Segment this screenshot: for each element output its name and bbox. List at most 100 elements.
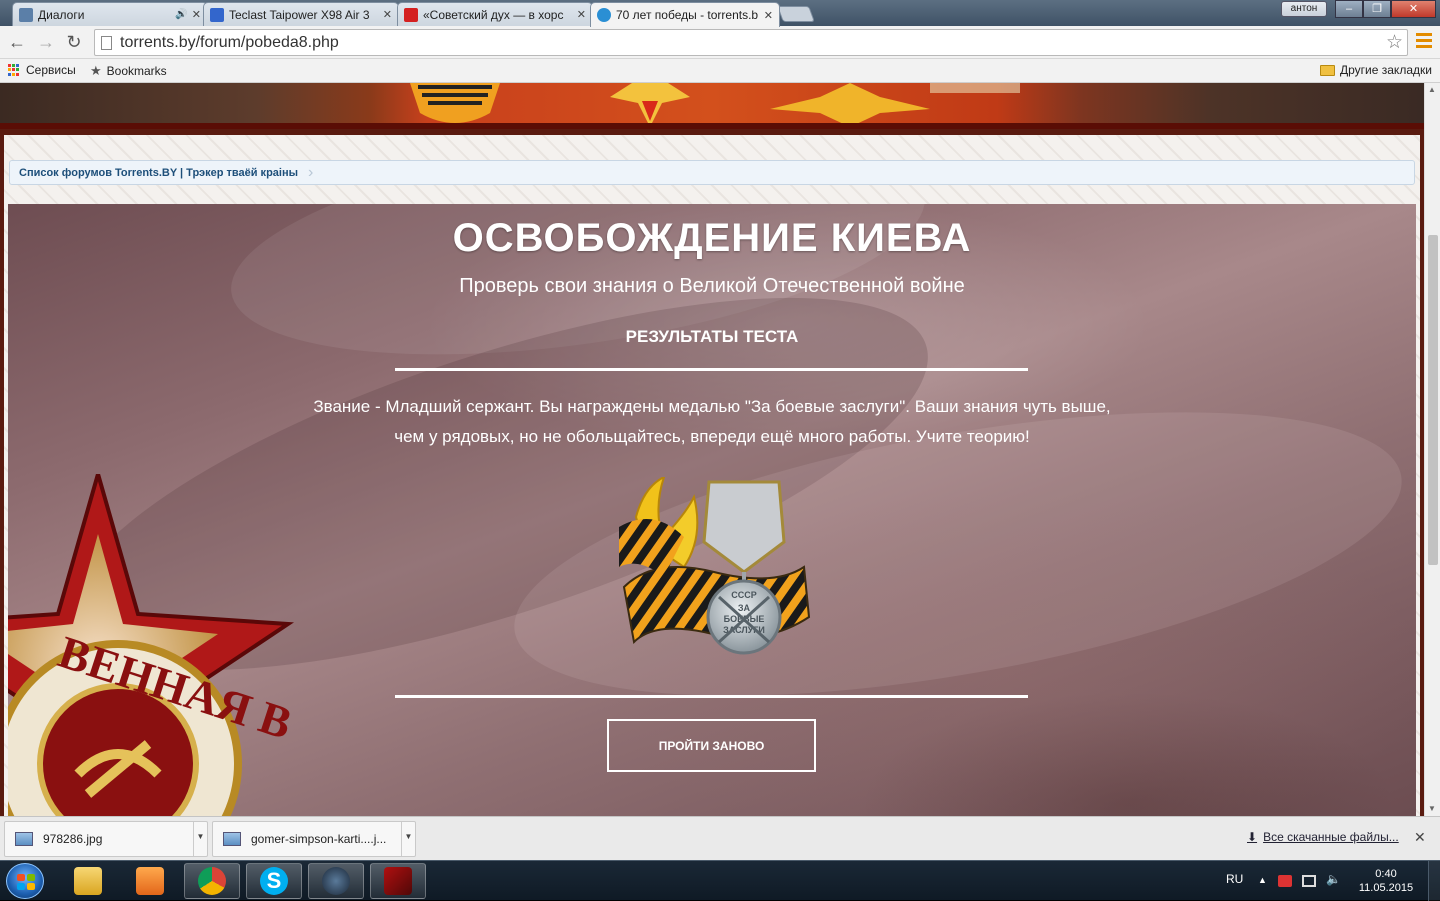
ribbon-emblem-icon	[410, 83, 500, 123]
bookmark-label: Сервисы	[26, 63, 76, 77]
divider-line	[395, 695, 1028, 698]
tab-70-years-victory[interactable]: 70 лет победы - torrents.b ✕	[590, 2, 780, 27]
loading-favicon-icon	[597, 8, 611, 22]
download-item[interactable]: 978286.jpg ▼	[4, 821, 208, 857]
taskbar-steam[interactable]	[308, 863, 364, 899]
news-favicon-icon	[404, 7, 418, 22]
taskbar-dota[interactable]	[370, 863, 426, 899]
bookmark-star-icon[interactable]: ☆	[1386, 31, 1403, 54]
scrollbar-thumb[interactable]	[1428, 235, 1438, 565]
minimize-button[interactable]: –	[1335, 0, 1363, 18]
system-clock[interactable]: 0:40 11.05.2015	[1356, 867, 1416, 895]
bookmark-bookmarks[interactable]: ★ Bookmarks	[90, 63, 167, 79]
bookmarks-bar: Сервисы ★ Bookmarks Другие закладки	[0, 59, 1440, 83]
taskbar-explorer[interactable]	[60, 863, 116, 899]
download-item[interactable]: gomer-simpson-karti....j... ▼	[212, 821, 416, 857]
tab-teclast[interactable]: Teclast Taipower X98 Air 3 ✕	[203, 2, 399, 26]
page-icon	[101, 36, 112, 50]
dota-icon	[384, 867, 412, 895]
folder-icon	[1320, 64, 1335, 76]
medal-inscription-ussr: СССР	[731, 590, 757, 600]
download-options-chevron-icon[interactable]: ▼	[401, 822, 415, 856]
banner-divider	[0, 123, 1424, 129]
clock-date: 11.05.2015	[1358, 882, 1414, 894]
bookmark-other[interactable]: Другие закладки	[1320, 63, 1432, 77]
tab-close-icon[interactable]: ✕	[192, 8, 201, 21]
divider-line	[395, 368, 1028, 371]
bookmark-label: Другие закладки	[1340, 63, 1432, 77]
start-button[interactable]	[6, 863, 44, 899]
retry-quiz-button[interactable]: ПРОЙТИ ЗАНОВО	[607, 719, 816, 772]
taskbar-media-player[interactable]	[122, 863, 178, 899]
profile-button[interactable]: антон	[1281, 1, 1327, 17]
image-file-icon	[15, 832, 33, 846]
action-center-flag-icon[interactable]	[1278, 875, 1292, 887]
volume-icon[interactable]: 🔈	[1326, 872, 1341, 886]
chrome-icon	[198, 867, 226, 895]
taskbar-chrome[interactable]	[184, 863, 240, 899]
tab-soviet-spirit[interactable]: «Советский дух — в хорс ✕	[397, 2, 593, 26]
order-star-emblem-icon	[610, 83, 690, 127]
victory-banner	[0, 83, 1424, 129]
tab-close-icon[interactable]: ✕	[764, 9, 773, 22]
network-icon[interactable]	[1302, 875, 1316, 887]
show-all-downloads-label: Все скачанные файлы...	[1263, 830, 1399, 844]
language-indicator[interactable]: RU	[1226, 872, 1243, 886]
medal-inscription: ЗА	[738, 603, 751, 613]
download-filename: 978286.jpg	[43, 832, 103, 846]
breadcrumb: Список форумов Torrents.BY | Трэкер тваё…	[9, 160, 1415, 185]
tab-title: Teclast Taipower X98 Air 3	[229, 7, 370, 22]
steam-icon	[322, 867, 350, 895]
back-arrow-icon[interactable]: ←	[6, 31, 28, 53]
teclast-favicon-icon	[210, 7, 224, 22]
tray-chevron-icon[interactable]: ▲	[1258, 875, 1272, 887]
star-icon: ★	[90, 63, 102, 78]
tab-title: 70 лет победы - torrents.b	[616, 8, 759, 22]
page-viewport: Список форумов Torrents.BY | Трэкер тваё…	[0, 83, 1424, 816]
download-filename: gomer-simpson-karti....j...	[251, 832, 387, 846]
download-shelf: 978286.jpg ▼ gomer-simpson-karti....j...…	[0, 816, 1440, 860]
tab-strip: Диалоги 🔊 ✕ Teclast Taipower X98 Air 3 ✕…	[0, 0, 1440, 27]
download-options-chevron-icon[interactable]: ▼	[193, 822, 207, 856]
tab-dialogs[interactable]: Диалоги 🔊 ✕	[12, 2, 208, 26]
page-scrollbar[interactable]: ▲ ▼	[1424, 83, 1440, 816]
maximize-button[interactable]: ❐	[1363, 0, 1391, 18]
taskbar-skype[interactable]: S	[246, 863, 302, 899]
reload-icon[interactable]: ↻	[63, 31, 85, 53]
clock-time: 0:40	[1375, 868, 1397, 880]
scroll-down-icon[interactable]: ▼	[1428, 804, 1436, 813]
windows-taskbar: S RU ▲ 🔈 0:40 11.05.2015	[0, 860, 1440, 901]
close-window-button[interactable]: ✕	[1391, 0, 1436, 18]
chrome-menu-icon[interactable]	[1416, 33, 1432, 51]
forum-page: Список форумов Torrents.BY | Трэкер тваё…	[4, 135, 1420, 816]
image-file-icon	[223, 832, 241, 846]
order-of-patriotic-war-icon: ВЕННАЯ В	[8, 474, 298, 816]
speaker-icon[interactable]: 🔊	[175, 9, 187, 20]
quiz-title: ОСВОБОЖДЕНИЕ КИЕВА	[452, 216, 972, 260]
close-shelf-icon[interactable]: ✕	[1414, 829, 1426, 846]
new-tab-button[interactable]	[777, 6, 815, 22]
quiz-subtitle: Проверь свои знания о Великой Отечествен…	[459, 275, 965, 297]
result-message: Звание - Младший сержант. Вы награждены …	[313, 397, 1111, 446]
skype-icon: S	[260, 867, 288, 895]
breadcrumb-link[interactable]: Список форумов Torrents.BY | Трэкер тваё…	[19, 167, 298, 179]
tab-title: Диалоги	[38, 7, 85, 22]
show-all-downloads-link[interactable]: ⬇ Все скачанные файлы...	[1247, 830, 1399, 844]
windows-logo-icon	[17, 874, 35, 890]
tab-close-icon[interactable]: ✕	[577, 8, 586, 21]
folder-icon	[74, 867, 102, 895]
golden-star-emblem-icon	[770, 83, 1020, 127]
address-input[interactable]	[120, 30, 1370, 55]
dialogs-favicon-icon	[19, 7, 33, 22]
breadcrumb-chevron-icon: ›	[308, 163, 314, 181]
show-desktop-button[interactable]	[1428, 861, 1440, 901]
tab-close-icon[interactable]: ✕	[383, 8, 392, 21]
tab-title: «Советский дух — в хорс	[423, 7, 564, 22]
bookmark-apps[interactable]: Сервисы	[8, 63, 76, 77]
apps-grid-icon	[8, 63, 21, 77]
browser-toolbar: ← → ↻ ☆	[0, 26, 1440, 59]
forward-arrow-icon[interactable]: →	[35, 31, 57, 53]
omnibox[interactable]: ☆	[94, 29, 1408, 56]
quiz-panel: ВЕННАЯ В ОСВОБОЖДЕНИЕ КИЕВА Проверь свои…	[8, 204, 1416, 816]
scroll-up-icon[interactable]: ▲	[1428, 85, 1436, 94]
